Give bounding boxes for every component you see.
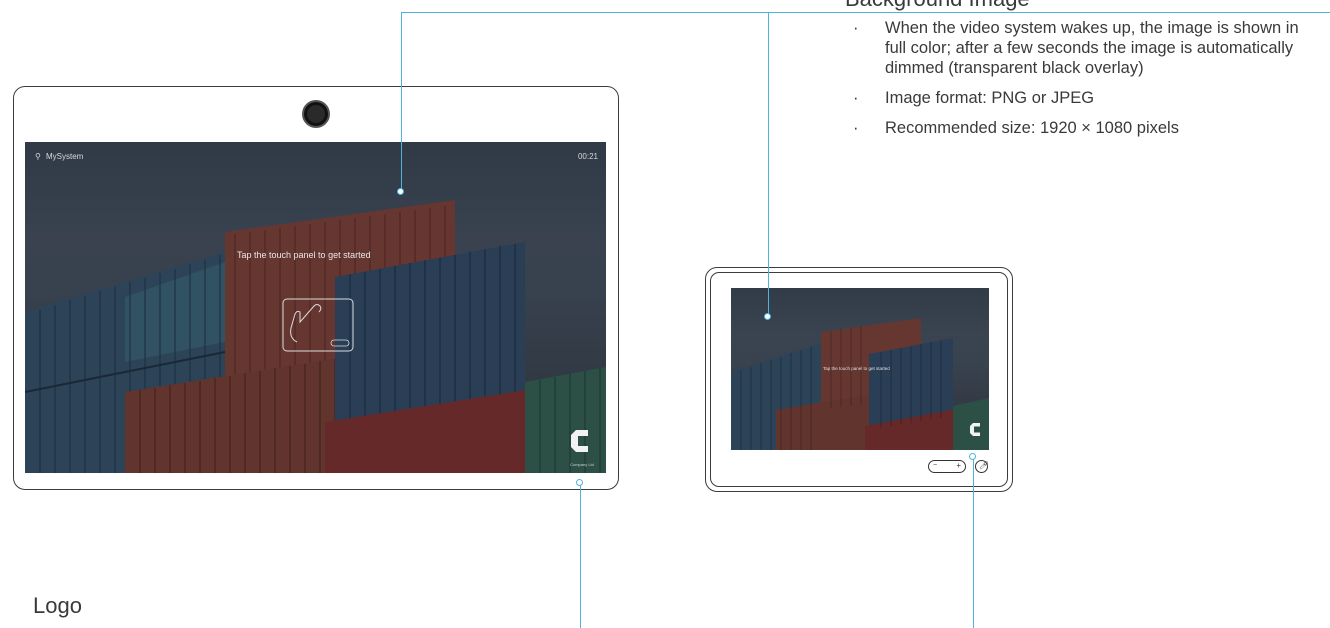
background-image-heading: Background Image <box>845 0 1030 12</box>
container-stack-illustration <box>25 142 606 473</box>
location-pin-icon: ⚲ <box>35 152 41 161</box>
system-name: MySystem <box>46 152 84 161</box>
mute-button[interactable]: 🎤︎ <box>975 460 990 473</box>
screen-small: Tap the touch panel to get started <box>731 288 989 450</box>
callout-dot-logo-small <box>969 453 976 460</box>
callout-dot-logo-large <box>576 479 583 486</box>
camera-icon <box>302 100 330 128</box>
callout-line-large-screen <box>401 12 402 192</box>
plus-icon: + <box>956 461 961 470</box>
clock: 00:21 <box>577 152 598 161</box>
minus-icon: − <box>933 462 938 469</box>
callout-line-top <box>401 12 1330 13</box>
background-image-notes: · When the video system wakes up, the ima… <box>850 18 1320 148</box>
logo-label: Logo <box>33 593 82 618</box>
callout-dot-small-screen <box>764 313 771 320</box>
touch-prompt: Tap the touch panel to get started <box>237 250 371 260</box>
microphone-icon: 🎤︎ <box>979 461 990 470</box>
touch-prompt-small: Tap the touch panel to get started <box>823 366 890 371</box>
note-item: · Recommended size: 1920 × 1080 pixels <box>853 119 1179 137</box>
logo-caption: Company Ltd <box>570 462 594 467</box>
callout-line-small-screen <box>768 12 769 316</box>
callout-line-logo-small <box>973 459 974 628</box>
callout-dot-large-screen <box>397 188 404 195</box>
note-item: · When the video system wakes up, the ima… <box>853 19 1299 77</box>
note-item: · Image format: PNG or JPEG <box>853 89 1095 107</box>
screen-large: ⚲ MySystem 00:21 Tap the touch panel to … <box>25 142 606 473</box>
volume-rocker-button[interactable]: − + <box>928 460 966 473</box>
callout-line-logo-large <box>580 485 581 628</box>
